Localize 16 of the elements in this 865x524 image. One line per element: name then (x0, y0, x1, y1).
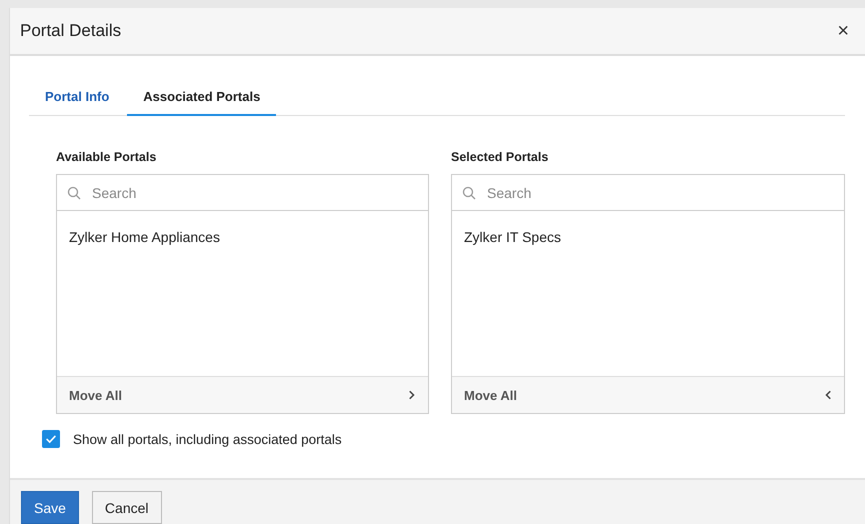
checkbox-label: Show all portals, including associated portals (73, 432, 342, 446)
search-icon (67, 186, 81, 200)
move-all-button[interactable]: Move All (69, 388, 122, 402)
close-button[interactable]: × (833, 20, 853, 42)
tab[interactable]: Associated Portals (127, 82, 276, 116)
move-all-button[interactable]: Move All (464, 388, 517, 402)
checkbox[interactable] (42, 430, 60, 448)
list-title: Selected Portals (451, 150, 550, 164)
search-icon (462, 186, 476, 200)
cancel-button[interactable]: Cancel (92, 491, 162, 524)
window-title: Portal Details (20, 21, 122, 41)
list-item[interactable]: Zylker IT Specs (464, 229, 832, 245)
save-button[interactable]: Save (21, 491, 79, 524)
list-item[interactable]: Zylker Home Appliances (69, 229, 416, 245)
tab[interactable]: Portal Info (45, 82, 128, 116)
list-title: Available Portals (56, 150, 158, 164)
